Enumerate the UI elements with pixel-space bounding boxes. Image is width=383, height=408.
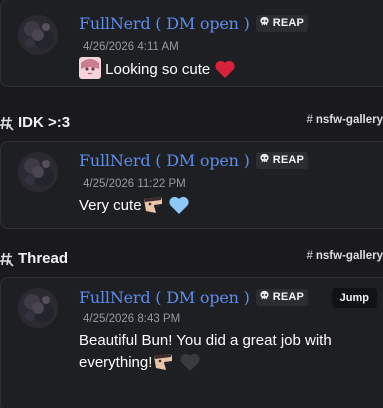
message-content: Looking so cute bbox=[79, 57, 369, 86]
face-emoji bbox=[142, 195, 164, 222]
hash-icon: # bbox=[306, 114, 313, 126]
author-name[interactable]: FullNerd ( DM open ) bbox=[79, 288, 250, 307]
channel-name: nsfw-gallery bbox=[315, 250, 383, 262]
message-result[interactable]: FullNerd ( DM open ) REAP Jump 4/25/2026… bbox=[0, 277, 383, 408]
message-text: Looking so cute bbox=[105, 61, 211, 78]
search-results-panel: FullNerd ( DM open ) REAP 4/26/2026 4:11… bbox=[0, 0, 383, 408]
author-line: FullNerd ( DM open ) REAP bbox=[79, 12, 309, 34]
avatar[interactable] bbox=[18, 152, 58, 192]
hash-icon: # bbox=[306, 250, 313, 262]
server-tag[interactable]: REAP bbox=[255, 151, 309, 169]
avatar[interactable] bbox=[18, 15, 58, 55]
author-name[interactable]: FullNerd ( DM open ) bbox=[79, 14, 250, 33]
message-text: everything! bbox=[79, 354, 153, 371]
server-tag-label: REAP bbox=[272, 291, 305, 303]
avatar[interactable] bbox=[18, 288, 58, 328]
server-tag[interactable]: REAP bbox=[255, 288, 309, 306]
thread-header: Thread # nsfw-gallery bbox=[0, 248, 383, 270]
channel-name: nsfw-gallery bbox=[315, 114, 383, 126]
jump-button[interactable]: Jump bbox=[331, 288, 377, 308]
skull-icon bbox=[259, 153, 270, 167]
server-tag-label: REAP bbox=[272, 154, 305, 166]
anime-sticker-emoji bbox=[79, 57, 101, 86]
thread-header: IDK >:3 # nsfw-gallery bbox=[0, 112, 383, 134]
message-text-line-2: everything! bbox=[79, 352, 369, 379]
message-content: Beautiful Bun! You did a great job with … bbox=[79, 330, 369, 379]
thread-name[interactable]: Thread bbox=[18, 248, 68, 270]
author-line: FullNerd ( DM open ) REAP bbox=[79, 286, 309, 308]
author-line: FullNerd ( DM open ) REAP bbox=[79, 149, 309, 171]
face-emoji bbox=[152, 352, 174, 379]
message-text: Very cute bbox=[79, 197, 142, 214]
thread-icon bbox=[0, 251, 14, 272]
message-result[interactable]: FullNerd ( DM open ) REAP 4/26/2026 4:11… bbox=[0, 0, 383, 87]
timestamp: 4/26/2026 4:11 AM bbox=[83, 41, 179, 53]
author-name[interactable]: FullNerd ( DM open ) bbox=[79, 151, 250, 170]
red-heart-emoji bbox=[214, 59, 236, 86]
black-heart-emoji bbox=[179, 352, 201, 379]
timestamp: 4/25/2026 11:22 PM bbox=[83, 178, 186, 190]
message-text-line-1: Beautiful Bun! You did a great job with bbox=[79, 332, 332, 349]
server-tag[interactable]: REAP bbox=[255, 14, 309, 32]
thread-name[interactable]: IDK >:3 bbox=[18, 112, 70, 134]
server-tag-label: REAP bbox=[272, 17, 305, 29]
channel-link[interactable]: # nsfw-gallery bbox=[306, 250, 383, 262]
channel-link[interactable]: # nsfw-gallery bbox=[306, 114, 383, 126]
thread-icon bbox=[0, 115, 14, 136]
blue-heart-emoji bbox=[168, 195, 190, 222]
message-content: Very cute bbox=[79, 195, 369, 222]
skull-icon bbox=[259, 290, 270, 304]
timestamp: 4/25/2026 8:43 PM bbox=[83, 313, 181, 325]
message-result[interactable]: FullNerd ( DM open ) REAP 4/25/2026 11:2… bbox=[0, 141, 383, 229]
skull-icon bbox=[259, 16, 270, 30]
